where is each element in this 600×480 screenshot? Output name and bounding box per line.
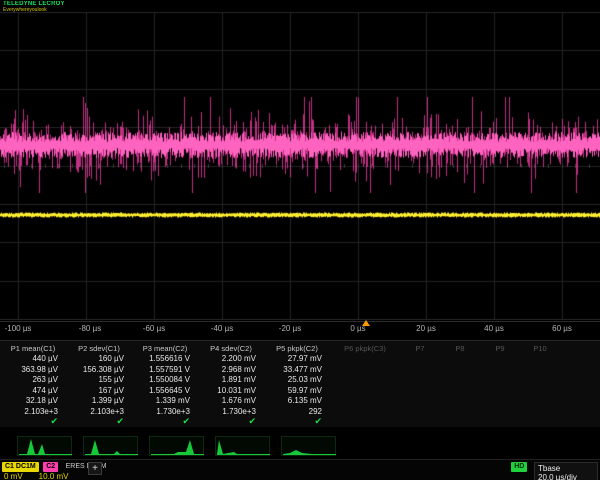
measure-cell: 160 µV [66,354,132,363]
measure-cell: 440 µV [0,354,66,363]
measure-status-row: ✔ ✔ ✔ ✔ ✔ [0,417,600,428]
histicon-p1[interactable] [17,436,72,456]
measure-cell: 363.98 µV [0,365,66,374]
measure-cell: 2.103e+3 [66,407,132,416]
param-header-p4[interactable]: P4 sdev(C2) [198,344,264,353]
measure-table: P1 mean(C1) P2 sdev(C1) P3 mean(C2) P4 s… [0,340,600,427]
measure-cell: 25.03 mV [264,375,330,384]
measure-row-value: 440 µV 160 µV 1.556616 V 2.200 mV 27.97 … [0,354,600,365]
measure-cell: 6.135 mV [264,396,330,405]
histicon-p5[interactable] [281,436,336,456]
param-header-p7[interactable]: P7 [400,344,440,353]
measure-cell: 1.399 µV [66,396,132,405]
param-header-p5[interactable]: P5 pkpk(C2) [264,344,330,353]
measure-cell: 1.891 mV [198,375,264,384]
measure-cell: 263 µV [0,375,66,384]
measure-cell: 33.477 mV [264,365,330,374]
param-header-p6[interactable]: P6 pkpk(C3) [330,344,400,353]
measure-cell: 10.031 mV [198,386,264,395]
time-axis-label: 20 µs [416,324,436,333]
measure-row-max: 474 µV 167 µV 1.556645 V 10.031 mV 59.97… [0,385,600,396]
param-header-p8[interactable]: P8 [440,344,480,353]
timebase-box[interactable]: Tbase 20.0 µs/div [534,462,598,480]
channel-c2-chip[interactable]: C2 [43,462,58,472]
measure-cell: 167 µV [66,386,132,395]
time-axis-label: -80 µs [79,324,101,333]
bottom-bar: C1 DC1M C2 ERES DC1M 0 mV10.0 mV + HD 13… [0,459,600,480]
status-check: ✔ [66,416,132,427]
c1-scale: 10.0 mV [39,472,69,480]
hd-indicator[interactable]: HD 13 Bits [509,462,530,480]
param-header-p10[interactable]: P10 [520,344,560,353]
timebase-scale: 20.0 µs/div [538,473,594,480]
measure-cell: 1.557591 V [132,365,198,374]
time-axis: -100 µs -80 µs -60 µs -40 µs -20 µs 0 µs 20 µs… [0,321,600,336]
time-axis-label: 0 µs [350,324,365,333]
c1-label: C1 [5,463,14,470]
timebase-group: HD 13 Bits Tbase 20.0 µs/div [509,462,598,480]
status-check: ✔ [0,416,66,427]
measure-row-num: 2.103e+3 2.103e+3 1.730e+3 1.730e+3 292 [0,406,600,417]
time-axis-label: -100 µs [5,324,32,333]
histicon-strip [0,436,600,458]
measure-cell: 2.103e+3 [0,407,66,416]
measure-cell: 292 [264,407,330,416]
measure-cell: 1.676 mV [198,396,264,405]
c1-values: 0 mV 10.0 mV [4,472,68,480]
channel-c1-chip[interactable]: C1 DC1M [2,462,39,472]
measure-cell: 1.339 mV [132,396,198,405]
measure-cell: 2.968 mV [198,365,264,374]
measure-cell: 2.200 mV [198,354,264,363]
measure-cell: 59.97 mV [264,386,330,395]
measure-cell: 1.556616 V [132,354,198,363]
measure-cell: 156.308 µV [66,365,132,374]
add-trace-button[interactable]: + [88,462,102,475]
c1-coupling: DC1M [16,463,36,470]
time-axis-label: 40 µs [484,324,504,333]
histicon-p4[interactable] [215,436,270,456]
teledyne-lecroy-logo: TELEDYNE LECROY Everywhereyoulook [3,1,65,13]
histicon-p2[interactable] [83,436,138,456]
param-header-p1[interactable]: P1 mean(C1) [0,344,66,353]
time-axis-label: -60 µs [143,324,165,333]
param-header-p2[interactable]: P2 sdev(C1) [66,344,132,353]
measure-cell: 1.730e+3 [132,407,198,416]
param-header-p3[interactable]: P3 mean(C2) [132,344,198,353]
measure-header-row: P1 mean(C1) P2 sdev(C1) P3 mean(C2) P4 s… [0,343,600,354]
c1-offset: 0 mV [4,472,23,480]
measure-row-sdev: 32.18 µV 1.399 µV 1.339 mV 1.676 mV 6.13… [0,396,600,407]
measure-cell: 32.18 µV [0,396,66,405]
status-check: ✔ [264,416,330,427]
measure-row-mean: 363.98 µV 156.308 µV 1.557591 V 2.968 mV… [0,364,600,375]
status-check: ✔ [198,416,264,427]
measure-cell: 1.550084 V [132,375,198,384]
time-axis-label: 60 µs [552,324,572,333]
measure-row-min: 263 µV 155 µV 1.550084 V 1.891 mV 25.03 … [0,375,600,386]
time-axis-label: -40 µs [211,324,233,333]
histicon-p3[interactable] [149,436,204,456]
hd-badge: HD [511,462,527,472]
logo-line2: Everywhereyoulook [3,8,65,14]
timebase-label: Tbase [538,464,594,473]
measure-cell: 27.97 mV [264,354,330,363]
measure-cell: 155 µV [66,375,132,384]
oscilloscope-screen: TELEDYNE LECROY Everywhereyoulook -100 µ… [0,0,600,480]
measure-cell: 1.556645 V [132,386,198,395]
status-check: ✔ [132,416,198,427]
measure-cell: 1.730e+3 [198,407,264,416]
param-header-p9[interactable]: P9 [480,344,520,353]
time-axis-label: -20 µs [279,324,301,333]
waveform-display[interactable] [0,12,600,320]
measure-cell: 474 µV [0,386,66,395]
